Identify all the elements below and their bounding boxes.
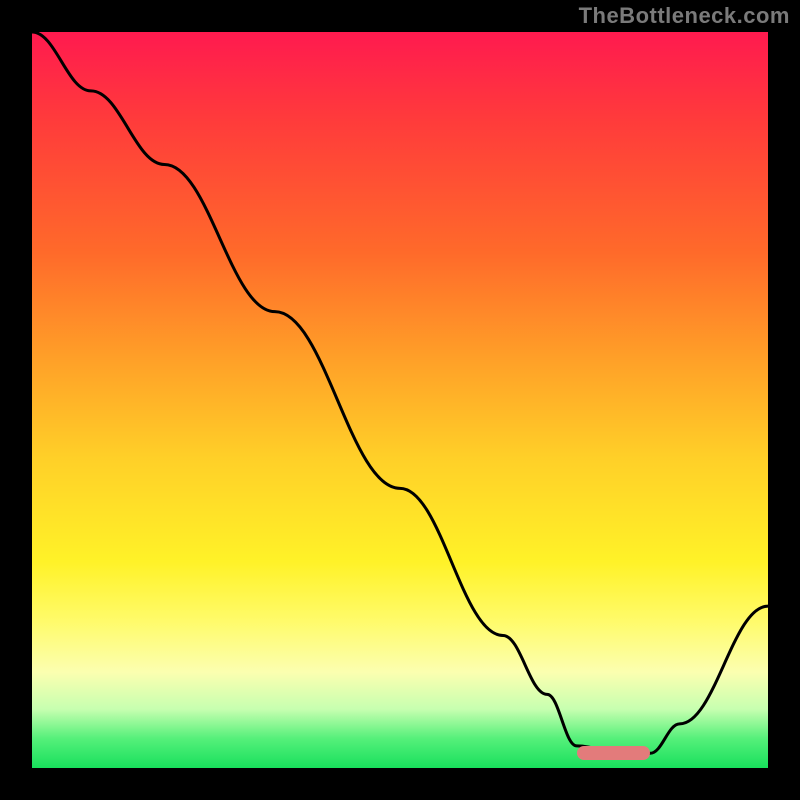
watermark-text: TheBottleneck.com (579, 3, 790, 29)
plot-area (32, 32, 768, 768)
curve-layer (32, 32, 768, 768)
bottleneck-curve-path (32, 32, 768, 753)
optimal-range-marker (577, 746, 651, 760)
chart-frame: TheBottleneck.com (0, 0, 800, 800)
